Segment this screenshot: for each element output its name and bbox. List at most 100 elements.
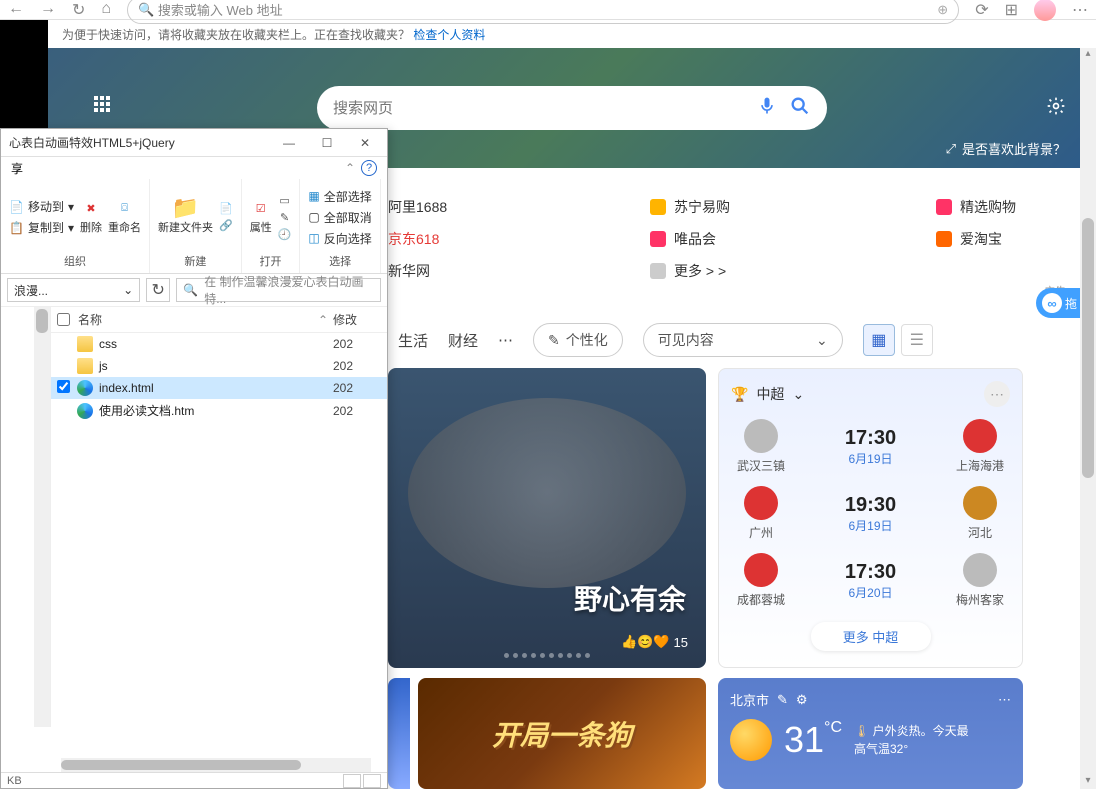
bookmark-hint-text: 为便于快速访问，请将收藏夹放在收藏夹栏上。正在查找收藏夹？ (62, 28, 410, 42)
scroll-down-arrow[interactable]: ▾ (1080, 775, 1096, 789)
file-row[interactable]: js 202 (51, 355, 387, 377)
card-more-icon[interactable]: ⋯ (998, 692, 1011, 708)
minimize-button[interactable]: — (275, 136, 303, 150)
copy-to-button[interactable]: 📋复制到▾ (9, 219, 74, 236)
menu-icon[interactable]: ⋯ (1072, 0, 1088, 20)
microphone-icon[interactable] (757, 96, 777, 121)
address-combo[interactable]: 浪漫... ⌄ (7, 278, 140, 302)
search-folder-input[interactable]: 🔍 在 制作温馨浪漫爱心表白动画特... (176, 278, 381, 302)
promo-card[interactable]: 开局一条狗 (418, 678, 706, 789)
quick-link[interactable]: 爱淘宝 (936, 229, 1066, 249)
select-all-button[interactable]: ▦全部选择 (308, 188, 371, 205)
site-label: 京东618 (388, 229, 439, 249)
chevron-up-icon[interactable]: ⌃ (345, 161, 355, 175)
column-name[interactable]: 名称 (78, 311, 313, 328)
home-icon[interactable]: ⌂ (101, 0, 111, 20)
scrollbar-thumb[interactable] (1082, 218, 1094, 478)
news-reactions[interactable]: 👍😊🧡 15 (621, 634, 688, 650)
details-view-icon[interactable] (343, 774, 361, 788)
hero-search-input[interactable] (333, 100, 757, 117)
match-row[interactable]: 成都蓉城 17:306月20日 梅州客家 (731, 553, 1010, 608)
file-row[interactable]: index.html 202 (51, 377, 387, 399)
file-modified: 202 (333, 359, 381, 373)
weather-card[interactable]: 北京市 ✎ ⚙ ⋯ 31°C 🌡 户外炎热。今天最 高气温32° (718, 678, 1023, 789)
move-to-button[interactable]: 📄移动到▾ (9, 198, 74, 215)
grid-view-button[interactable]: ▦ (863, 324, 895, 356)
news-card[interactable]: 野心有余 👍😊🧡 15 (388, 368, 706, 668)
weather-city: 北京市 (730, 690, 769, 709)
tab-more-icon[interactable]: ⋯ (498, 331, 513, 349)
help-icon[interactable]: ? (361, 160, 377, 176)
quick-link[interactable]: 唯品会 (650, 229, 780, 249)
personalize-button[interactable]: ✎ 个性化 (533, 323, 623, 357)
open-icon[interactable]: ▭ (278, 194, 292, 207)
card-more-icon[interactable]: ⋯ (984, 381, 1010, 407)
feed-tabs: 生活 财经 ⋯ ✎ 个性化 可见内容 ⌄ ▦ ☰ (388, 320, 1036, 360)
history-icon[interactable]: 🕘 (278, 228, 292, 241)
league-name[interactable]: 中超 (756, 384, 784, 404)
quick-link[interactable]: 精选购物 (936, 197, 1066, 217)
match-row[interactable]: 广州 19:306月19日 河北 (731, 486, 1010, 541)
forward-icon[interactable]: → (40, 0, 56, 20)
bookmark-link[interactable]: 检查个人资料 (413, 28, 485, 42)
chevron-down-icon[interactable]: ⌄ (792, 386, 804, 403)
select-all-checkbox[interactable] (57, 313, 70, 326)
nav-pane[interactable] (1, 307, 51, 727)
horizontal-scrollbar[interactable] (61, 758, 371, 772)
background-feedback[interactable]: ⤢ 是否喜欢此背景？ (946, 139, 1066, 158)
rename-button[interactable]: ⌼重命名 (108, 199, 141, 235)
new-item-icon[interactable]: 📄 (219, 202, 233, 215)
quick-link[interactable]: 更多 > > (650, 261, 780, 281)
column-modified[interactable]: 修改 (333, 311, 381, 328)
carousel-dots[interactable] (504, 653, 590, 658)
window-titlebar[interactable]: 心表白动画特效HTML5+jQuery — ☐ ✕ (1, 129, 387, 157)
delete-button[interactable]: ✖删除 (80, 199, 102, 235)
properties-button[interactable]: ☑属性 (250, 199, 272, 235)
easy-access-icon[interactable]: 🔗 (219, 219, 233, 232)
file-row[interactable]: 使用必读文档.htm 202 (51, 399, 387, 422)
nav-scrollbar[interactable] (34, 307, 50, 727)
more-sports-button[interactable]: 更多 中超 (811, 622, 931, 651)
invert-selection-button[interactable]: ◫反向选择 (308, 230, 371, 247)
ribbon-tab[interactable]: 享 (11, 160, 23, 177)
hscroll-thumb[interactable] (61, 760, 301, 770)
close-button[interactable]: ✕ (351, 136, 379, 150)
page-scrollbar[interactable]: ▴ ▾ (1080, 48, 1096, 789)
hero-search-box[interactable] (317, 86, 827, 130)
back-icon[interactable]: ← (8, 0, 24, 20)
row-checkbox[interactable] (57, 380, 71, 396)
file-modified: 202 (333, 337, 381, 351)
match-row[interactable]: 武汉三镇 17:306月19日 上海海港 (731, 419, 1010, 474)
visible-content-dropdown[interactable]: 可见内容 ⌄ (643, 323, 843, 357)
list-view-button[interactable]: ☰ (901, 324, 933, 356)
chevron-down-icon[interactable]: ⌄ (123, 283, 133, 297)
sync-icon[interactable]: ⟳ (975, 0, 988, 20)
search-icon[interactable] (789, 95, 811, 122)
quick-link[interactable]: 苏宁易购 (650, 197, 780, 217)
tab-life[interactable]: 生活 (398, 330, 428, 351)
apps-icon[interactable] (94, 96, 112, 114)
pencil-icon[interactable]: ✎ (777, 692, 788, 708)
add-tab-icon[interactable]: ⊕ (937, 2, 948, 18)
match-time: 19:306月19日 (845, 494, 896, 534)
game-card[interactable] (388, 678, 410, 789)
refresh-icon[interactable]: ↻ (72, 0, 85, 20)
new-folder-button[interactable]: 📁新建文件夹 (158, 199, 213, 235)
news-image (408, 398, 686, 588)
avatar[interactable] (1034, 0, 1056, 21)
large-icons-view-icon[interactable] (363, 774, 381, 788)
collections-icon[interactable]: ⊞ (1005, 0, 1018, 20)
select-none-button[interactable]: ▢全部取消 (308, 209, 371, 226)
edit-icon[interactable]: ✎ (278, 211, 292, 224)
scroll-up-arrow[interactable]: ▴ (1080, 48, 1096, 62)
file-list-header[interactable]: 名称 ⌃ 修改 (51, 307, 387, 333)
league-logo-icon: 🏆 (731, 386, 748, 403)
nav-scroll-thumb[interactable] (36, 309, 48, 333)
settings-icon[interactable]: ⚙ (796, 692, 808, 708)
settings-gear-icon[interactable] (1046, 96, 1066, 119)
tab-finance[interactable]: 财经 (448, 330, 478, 351)
maximize-button[interactable]: ☐ (313, 136, 341, 150)
file-row[interactable]: css 202 (51, 333, 387, 355)
refresh-button[interactable]: ↻ (146, 278, 170, 302)
site-icon (650, 263, 666, 279)
